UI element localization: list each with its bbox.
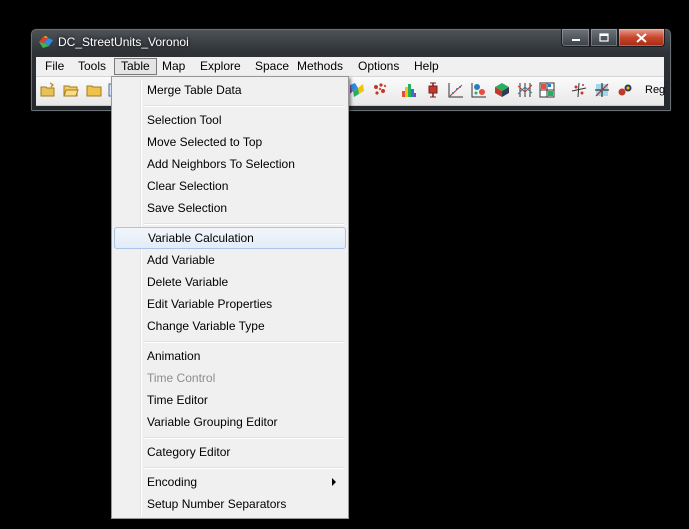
menu-item-time-editor[interactable]: Time Editor: [114, 389, 346, 411]
close-button[interactable]: [618, 29, 665, 47]
histogram-icon[interactable]: [401, 82, 417, 98]
local-g-icon[interactable]: [617, 82, 633, 98]
menu-item-merge-table-data[interactable]: Merge Table Data: [114, 79, 346, 101]
open-project-icon[interactable]: [40, 82, 56, 98]
menu-tools[interactable]: Tools: [72, 58, 112, 75]
cluster-map-icon[interactable]: [372, 82, 388, 98]
menu-separator: [144, 341, 344, 343]
menu-item-edit-variable-properties[interactable]: Edit Variable Properties: [114, 293, 346, 315]
geoda-logo-icon: [39, 36, 53, 48]
menu-item-variable-calculation[interactable]: Variable Calculation: [114, 227, 346, 249]
menu-bar: File Tools Table Map Explore Space Metho…: [36, 57, 664, 77]
menu-item-variable-grouping-editor[interactable]: Variable Grouping Editor: [114, 411, 346, 433]
menu-item-change-variable-type[interactable]: Change Variable Type: [114, 315, 346, 337]
menu-explore[interactable]: Explore: [194, 58, 247, 75]
menu-map[interactable]: Map: [156, 58, 191, 75]
menu-item-time-control: Time Control: [147, 371, 216, 385]
menu-separator: [144, 437, 344, 439]
menu-space[interactable]: Space: [249, 58, 295, 75]
menu-item-save-selection[interactable]: Save Selection: [114, 197, 346, 219]
menu-item-encoding-label: Encoding: [147, 475, 198, 489]
regression-icon[interactable]: Reg: [645, 82, 665, 98]
lisa-icon[interactable]: [594, 82, 610, 98]
open-folder-icon[interactable]: [63, 82, 79, 98]
box-plot-icon[interactable]: [425, 82, 441, 98]
menu-item-category-editor[interactable]: Category Editor: [114, 441, 346, 463]
menu-separator: [144, 105, 344, 107]
3d-plot-icon[interactable]: [494, 82, 510, 98]
voronoi-icon[interactable]: [349, 82, 365, 98]
window-title: DC_StreetUnits_Voronoi: [58, 35, 189, 49]
menu-methods[interactable]: Methods: [291, 58, 349, 75]
menu-help[interactable]: Help: [408, 58, 445, 75]
title-bar[interactable]: DC_StreetUnits_Voronoi: [31, 29, 671, 55]
maximize-icon: [599, 33, 609, 42]
menu-item-setup-number-separators[interactable]: Setup Number Separators: [114, 493, 346, 515]
menu-item-delete-variable[interactable]: Delete Variable: [114, 271, 346, 293]
menu-item-animation[interactable]: Animation: [114, 345, 346, 367]
menu-item-add-neighbors-to-selection[interactable]: Add Neighbors To Selection: [114, 153, 346, 175]
menu-item-move-selected-to-top[interactable]: Move Selected to Top: [114, 131, 346, 153]
bubble-chart-icon[interactable]: [471, 82, 487, 98]
close-icon: [636, 32, 647, 43]
submenu-arrow-icon: [332, 478, 336, 486]
minimize-icon: [571, 38, 580, 41]
menu-separator: [144, 467, 344, 469]
menu-file[interactable]: File: [39, 58, 70, 75]
cartogram-icon[interactable]: [571, 82, 587, 98]
menu-table[interactable]: Table: [114, 58, 157, 75]
conditional-plot-icon[interactable]: [539, 82, 555, 98]
folder-icon[interactable]: [86, 82, 102, 98]
scatter-plot-icon[interactable]: [448, 82, 464, 98]
menu-item-selection-tool[interactable]: Selection Tool: [114, 109, 346, 131]
table-menu-dropdown: Merge Table Data Selection Tool Move Sel…: [111, 76, 349, 519]
menu-options[interactable]: Options: [352, 58, 405, 75]
menu-item-encoding[interactable]: Encoding: [114, 471, 346, 493]
menu-item-clear-selection[interactable]: Clear Selection: [114, 175, 346, 197]
minimize-button[interactable]: [561, 29, 590, 47]
menu-separator: [144, 223, 344, 225]
parallel-coordinate-icon[interactable]: [517, 82, 533, 98]
maximize-button[interactable]: [590, 29, 618, 47]
menu-item-add-variable[interactable]: Add Variable: [114, 249, 346, 271]
